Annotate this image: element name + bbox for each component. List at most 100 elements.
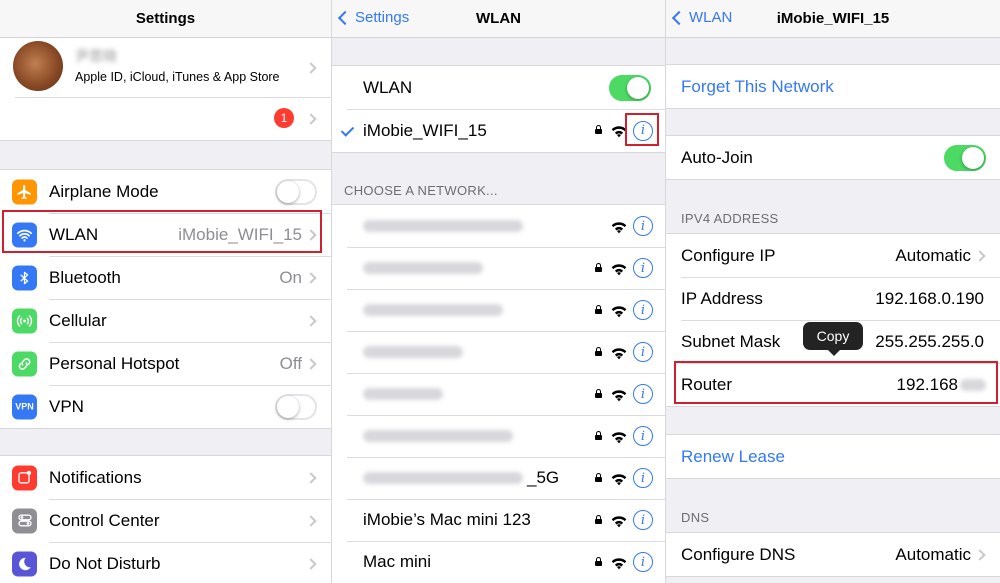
network-name-blurred: [363, 388, 443, 400]
network-row[interactable]: i: [332, 373, 665, 415]
ipv4-header: IPV4 ADDRESS: [681, 211, 779, 226]
wifi-icon: [611, 261, 627, 281]
settings-row-label: Airplane Mode: [49, 181, 159, 201]
choose-network-header: CHOOSE A NETWORK...: [344, 183, 498, 198]
chevron-right-icon: [974, 249, 986, 262]
suggestion-row[interactable]: 1: [0, 98, 331, 140]
info-button[interactable]: i: [633, 258, 653, 278]
lock-icon: [595, 431, 602, 440]
info-button[interactable]: i: [633, 216, 653, 236]
network-row[interactable]: i: [332, 289, 665, 331]
network-row[interactable]: _5G i: [332, 457, 665, 499]
lock-icon: [595, 125, 602, 134]
configure-dns-row[interactable]: Configure DNS Automatic: [666, 533, 1000, 576]
info-button[interactable]: i: [633, 300, 653, 320]
settings-row-airplane-mode[interactable]: Airplane Mode: [0, 170, 331, 213]
chevron-right-icon: [305, 61, 317, 74]
network-name-blurred: [363, 304, 503, 316]
info-button[interactable]: i: [633, 468, 653, 488]
chevron-right-icon: [305, 357, 317, 370]
network-row[interactable]: i: [332, 205, 665, 247]
bluetooth-value: On: [279, 267, 302, 287]
configure-ip-label: Configure IP: [681, 245, 776, 265]
highlight-info-button: [625, 113, 659, 146]
network-list: i i i i i i _5G i iMobie’s Mac mini 123 i Mac mini…: [332, 204, 665, 583]
configure-dns-value: Automatic: [895, 544, 971, 564]
wifi-icon: [611, 555, 627, 575]
chevron-right-icon: [305, 271, 317, 284]
connectivity-group: Airplane Mode WLAN iMobie_WIFI_15 Blueto…: [0, 169, 331, 429]
hotspot-icon: [12, 351, 37, 376]
network-name: _5G: [527, 468, 560, 487]
page-title: iMobie_WIFI_15: [776, 10, 890, 27]
checkmark-icon: [340, 123, 355, 137]
autojoin-toggle[interactable]: [944, 144, 986, 171]
network-row[interactable]: iMobie’s Mac mini 123 i: [332, 499, 665, 541]
ip-address-label: IP Address: [681, 288, 763, 308]
connected-network-name: iMobie_WIFI_15: [363, 120, 487, 140]
chevron-right-icon: [305, 314, 317, 327]
network-row[interactable]: Mac mini i: [332, 541, 665, 583]
moon-icon: [12, 551, 37, 576]
info-button[interactable]: i: [633, 384, 653, 404]
wlan-toggle-row: WLAN: [332, 66, 665, 109]
page-title: WLAN: [476, 10, 521, 27]
settings-row-control-center[interactable]: Control Center: [0, 499, 331, 542]
settings-row-label: Do Not Disturb: [49, 553, 161, 573]
connected-network-row[interactable]: iMobie_WIFI_15 i: [332, 109, 665, 152]
renew-lease-button[interactable]: Renew Lease: [666, 435, 1000, 478]
settings-row-vpn[interactable]: VPN VPN: [0, 385, 331, 428]
wlan-toggle[interactable]: [609, 74, 651, 101]
notification-badge: 1: [274, 108, 294, 128]
wlan-label: WLAN: [363, 77, 413, 97]
copy-tooltip[interactable]: Copy: [803, 322, 863, 356]
lock-icon: [595, 473, 602, 482]
vpn-toggle[interactable]: [275, 393, 317, 420]
dns-group: Configure DNS Automatic: [666, 532, 1000, 577]
autojoin-row: Auto-Join: [666, 136, 1000, 179]
configure-ip-row[interactable]: Configure IP Automatic: [666, 234, 1000, 277]
network-row[interactable]: i: [332, 331, 665, 373]
vpn-icon: VPN: [12, 394, 37, 419]
subnet-mask-value: 255.255.255.0: [875, 331, 984, 351]
settings-row-notifications[interactable]: Notifications: [0, 456, 331, 499]
profile-row[interactable]: 尹恩晓 Apple ID, iCloud, iTunes & App Store: [0, 38, 331, 97]
settings-row-label: VPN: [49, 396, 84, 416]
wifi-icon: [611, 471, 627, 491]
wifi-icon: [611, 345, 627, 365]
info-button[interactable]: i: [633, 552, 653, 572]
wifi-icon: [611, 513, 627, 533]
network-name: iMobie’s Mac mini 123: [363, 510, 531, 529]
info-button[interactable]: i: [633, 342, 653, 362]
network-row[interactable]: i: [332, 247, 665, 289]
chevron-right-icon: [974, 548, 986, 561]
forget-network-button[interactable]: Forget This Network: [666, 65, 1000, 108]
profile-group: 尹恩晓 Apple ID, iCloud, iTunes & App Store…: [0, 38, 331, 141]
highlight-router: [674, 361, 998, 404]
forget-network-label: Forget This Network: [681, 76, 834, 96]
chevron-right-icon: [305, 471, 317, 484]
info-button[interactable]: i: [633, 510, 653, 530]
bluetooth-icon: [12, 265, 37, 290]
detail-navbar: WLAN iMobie_WIFI_15: [666, 0, 1000, 38]
wlan-navbar: Settings WLAN: [332, 0, 665, 38]
hotspot-value: Off: [279, 353, 302, 373]
settings-row-bluetooth[interactable]: Bluetooth On: [0, 256, 331, 299]
renew-group: Renew Lease: [666, 434, 1000, 479]
settings-row-label: Bluetooth: [49, 267, 121, 287]
settings-row-cellular[interactable]: Cellular: [0, 299, 331, 342]
settings-row-label: Cellular: [49, 310, 107, 330]
settings-row-do-not-disturb[interactable]: Do Not Disturb: [0, 542, 331, 583]
settings-row-personal-hotspot[interactable]: Personal Hotspot Off: [0, 342, 331, 385]
wifi-icon: [611, 219, 627, 239]
airplane-toggle[interactable]: [275, 178, 317, 205]
lock-icon: [595, 263, 602, 272]
autojoin-label: Auto-Join: [681, 147, 753, 167]
network-row[interactable]: i: [332, 415, 665, 457]
wifi-icon: [611, 387, 627, 407]
settings-row-label: Personal Hotspot: [49, 353, 180, 373]
copy-label: Copy: [816, 328, 850, 344]
info-button[interactable]: i: [633, 426, 653, 446]
settings-row-label: Control Center: [49, 510, 160, 530]
settings-row-label: Notifications: [49, 467, 142, 487]
